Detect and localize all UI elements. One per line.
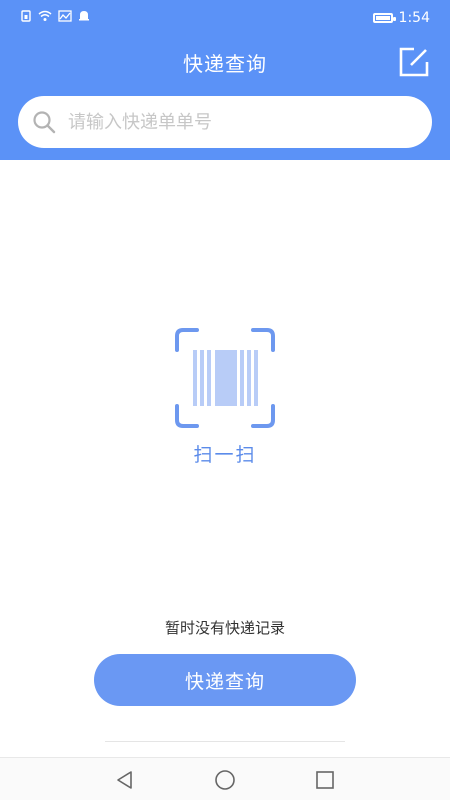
search-input[interactable] <box>66 110 370 134</box>
status-icons-right: 1:54 <box>372 10 430 26</box>
battery-icon <box>372 13 396 23</box>
sim-icon <box>21 10 31 22</box>
home-button[interactable] <box>213 768 237 792</box>
back-button[interactable] <box>113 768 137 792</box>
notification-bell-icon <box>79 11 89 21</box>
divider <box>105 741 345 742</box>
signal-chart-icon <box>58 10 72 22</box>
page-title: 快递查询 <box>183 52 267 76</box>
status-icons-left <box>20 10 90 22</box>
search-icon <box>33 111 56 134</box>
scan-label[interactable]: 扫一扫 <box>0 440 450 467</box>
barcode-scan-icon[interactable] <box>175 328 275 428</box>
navigation-bar <box>0 757 450 800</box>
status-time: 1:54 <box>398 10 430 26</box>
recents-icon <box>316 771 334 789</box>
query-button[interactable]: 快递查询 <box>94 654 356 706</box>
home-icon <box>215 770 235 790</box>
search-bar <box>18 96 432 148</box>
empty-state-text: 暂时没有快递记录 <box>164 619 285 637</box>
edit-button[interactable] <box>398 46 430 78</box>
status-bar: 1:54 <box>0 0 450 38</box>
recents-button[interactable] <box>313 768 337 792</box>
wifi-icon <box>38 10 52 21</box>
header-bar: 1:54 快递查询 <box>0 0 450 160</box>
back-icon <box>117 771 132 789</box>
edit-icon <box>399 47 429 77</box>
